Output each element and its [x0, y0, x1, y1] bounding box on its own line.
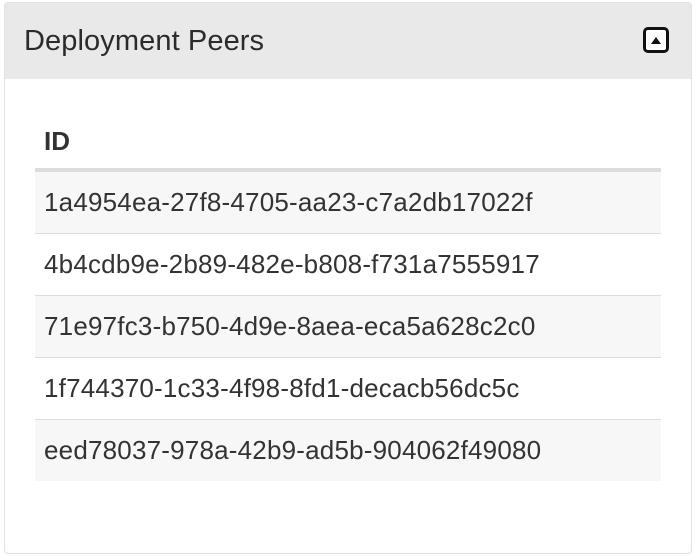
peer-id-cell: 4b4cdb9e-2b89-482e-b808-f731a7555917	[44, 249, 540, 279]
table-row: 1f744370-1c33-4f98-8fd1-decacb56dc5c	[35, 357, 661, 419]
peer-id-cell: 1a4954ea-27f8-4705-aa23-c7a2db17022f	[44, 187, 533, 217]
deployment-peers-panel: Deployment Peers ID 1a4954ea-27f8-4705-a…	[4, 2, 692, 554]
column-header-label: ID	[44, 126, 70, 156]
peer-id-cell: 71e97fc3-b750-4d9e-8aea-eca5a628c2c0	[44, 311, 536, 341]
panel-title: Deployment Peers	[24, 25, 265, 57]
table-row: 4b4cdb9e-2b89-482e-b808-f731a7555917	[35, 233, 661, 295]
table-row: 71e97fc3-b750-4d9e-8aea-eca5a628c2c0	[35, 295, 661, 357]
peers-table: ID 1a4954ea-27f8-4705-aa23-c7a2db17022f …	[35, 110, 661, 481]
table-row: eed78037-978a-42b9-ad5b-904062f49080	[35, 419, 661, 481]
peer-id-cell: eed78037-978a-42b9-ad5b-904062f49080	[44, 435, 542, 465]
panel-header: Deployment Peers	[5, 3, 691, 79]
column-header-id: ID	[35, 110, 661, 171]
peer-id-cell: 1f744370-1c33-4f98-8fd1-decacb56dc5c	[44, 373, 520, 403]
collapse-up-icon[interactable]	[643, 27, 669, 53]
table-row: 1a4954ea-27f8-4705-aa23-c7a2db17022f	[35, 171, 661, 233]
